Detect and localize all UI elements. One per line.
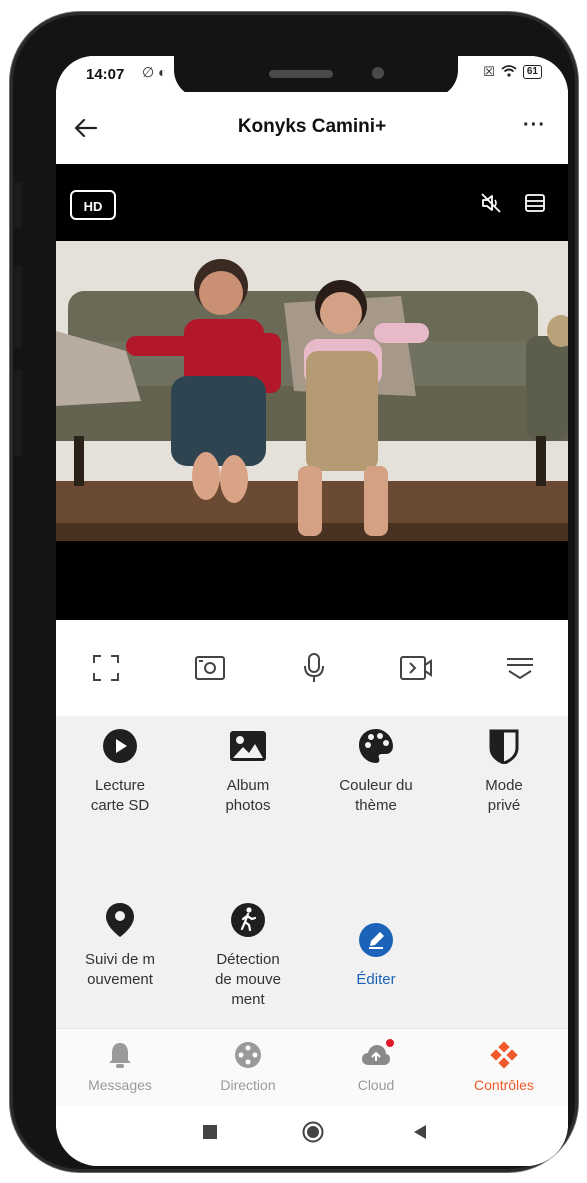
feature-photo-album[interactable]: Album photos (188, 728, 308, 816)
layout-button[interactable] (524, 192, 546, 219)
volume-up-button (14, 266, 22, 348)
screenshot-icon (195, 656, 225, 680)
record-icon (400, 656, 432, 680)
circle-icon (302, 1121, 324, 1143)
feature-label: Lecture carte SD (90, 777, 150, 814)
tab-label: Direction (220, 1077, 276, 1093)
play-circle-icon (102, 728, 138, 764)
tab-controls[interactable]: Contrôles (440, 1039, 568, 1093)
tab-label: Contrôles (474, 1077, 534, 1093)
feature-label: Détection de mouve ment (215, 951, 281, 1008)
feature-motion-detection[interactable]: Détection de mouve ment (188, 902, 308, 1010)
status-icons: ☒ 61 (483, 64, 542, 80)
feature-label: Album photos (225, 777, 271, 814)
front-camera (372, 67, 384, 79)
split-view-icon (525, 194, 545, 212)
notification-icons: ∅ ◐ (142, 64, 167, 80)
system-navigation-bar (56, 1106, 568, 1166)
expand-menu-icon (507, 658, 533, 680)
tab-label: Cloud (357, 1077, 395, 1093)
video-player[interactable]: HD (56, 164, 568, 620)
record-button[interactable] (398, 650, 434, 686)
quality-toggle-button[interactable]: HD (70, 190, 116, 220)
wifi-icon (501, 64, 517, 80)
home-button[interactable] (302, 1121, 324, 1148)
square-icon (203, 1125, 217, 1139)
feature-label: Couleur du thème (339, 777, 413, 814)
expand-menu-button[interactable] (502, 650, 538, 686)
fullscreen-button[interactable] (88, 650, 124, 686)
recent-apps-button[interactable] (202, 1124, 218, 1145)
dpad-icon (232, 1039, 264, 1071)
battery-icon: 61 (522, 65, 542, 79)
bell-icon (104, 1039, 136, 1071)
speaker-muted-icon (481, 193, 501, 213)
edit-pencil-icon (358, 922, 394, 958)
notification-dot (386, 1039, 394, 1047)
feature-theme-color[interactable]: Couleur du thème (316, 728, 436, 816)
status-time: 14:07 (86, 66, 125, 83)
photo-icon (230, 728, 266, 764)
page-title: Konyks Camini+ (237, 116, 387, 137)
feature-label: Éditer (356, 971, 396, 988)
app-header: Konyks Camini+ ··· (56, 92, 568, 164)
bottom-navigation: Messages Direction Cloud Contrôles (56, 1028, 568, 1107)
side-button (14, 182, 22, 228)
player-toolbar (56, 620, 568, 716)
feature-label: Suivi de m ouvement (84, 951, 156, 988)
feature-grid: Lecture carte SD Album photos Couleur du… (56, 716, 568, 1028)
feature-privacy-mode[interactable]: Mode privé (444, 728, 564, 816)
microphone-icon (304, 653, 324, 682)
mute-button[interactable] (480, 192, 502, 219)
controls-icon (488, 1039, 520, 1071)
volume-down-button (14, 370, 22, 456)
feature-sd-playback[interactable]: Lecture carte SD (60, 728, 180, 816)
screen: 14:07 ∅ ◐ ☒ 61 Konyks Camini+ ··· HD Lec… (56, 56, 568, 1166)
microphone-button[interactable] (296, 650, 332, 686)
feature-motion-tracking[interactable]: Suivi de m ouvement (60, 902, 180, 990)
walking-person-icon (230, 902, 266, 938)
earpiece (269, 70, 333, 78)
feature-label: Mode privé (485, 777, 523, 814)
tab-cloud[interactable]: Cloud (312, 1039, 440, 1093)
phone-frame: 14:07 ∅ ◐ ☒ 61 Konyks Camini+ ··· HD Lec… (10, 12, 578, 1172)
status-bar: 14:07 ∅ ◐ ☒ 61 (56, 56, 568, 98)
tab-label: Messages (88, 1077, 152, 1093)
tab-messages[interactable]: Messages (56, 1039, 184, 1093)
feature-edit[interactable]: Éditer (316, 922, 436, 990)
cloud-upload-icon (360, 1039, 394, 1071)
tab-direction[interactable]: Direction (184, 1039, 312, 1093)
system-back-button[interactable] (412, 1124, 428, 1145)
camera-feed-image (56, 241, 568, 541)
triangle-back-icon (414, 1125, 426, 1139)
shield-icon (486, 728, 522, 764)
more-options-button[interactable]: ··· (523, 114, 546, 137)
screenshot-button[interactable] (192, 650, 228, 686)
location-pin-icon (102, 902, 138, 938)
fullscreen-icon (93, 655, 119, 681)
camera-feed (56, 241, 568, 541)
palette-icon (358, 728, 394, 764)
sim-icon: ☒ (483, 64, 495, 79)
